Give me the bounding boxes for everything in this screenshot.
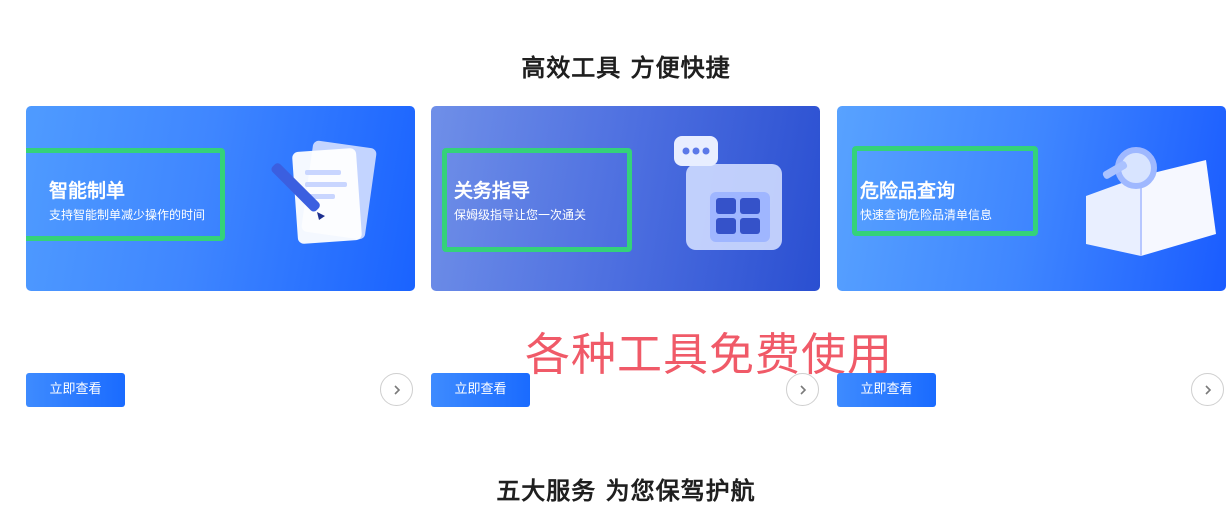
card-title: 危险品查询: [860, 180, 956, 202]
card-customs-guidance[interactable]: 关务指导 保姆级指导让您一次通关: [431, 106, 820, 291]
view-now-button[interactable]: 立即查看: [26, 373, 125, 407]
section-title-tools: 高效工具 方便快捷: [521, 54, 731, 82]
chevron-right-icon: [394, 385, 401, 395]
document-pen-icon: [271, 140, 377, 244]
card-description: 保姆级指导让您一次通关: [454, 208, 587, 222]
next-arrow-button[interactable]: [380, 373, 413, 406]
book-magnifier-icon: [1086, 147, 1216, 256]
next-arrow-button[interactable]: [786, 373, 819, 406]
view-now-button[interactable]: 立即查看: [431, 373, 530, 407]
card-smart-document[interactable]: 智能制单 支持智能制单减少操作的时间: [26, 106, 415, 291]
page: 高效工具 方便快捷 智能制单 支持智能制单减少操作的时间 关务指导 保姆级指导让…: [0, 0, 1232, 518]
chat-window-icon: [674, 136, 782, 250]
chevron-right-icon: [1205, 385, 1212, 395]
card-title: 智能制单: [49, 180, 126, 202]
view-now-button[interactable]: 立即查看: [837, 373, 936, 407]
card-title: 关务指导: [454, 180, 531, 202]
chevron-right-icon: [800, 385, 807, 395]
next-arrow-button[interactable]: [1191, 373, 1224, 406]
section-title-services: 五大服务 为您保驾护航: [496, 477, 756, 505]
card-description: 快速查询危险品清单信息: [860, 208, 993, 222]
card-description: 支持智能制单减少操作的时间: [49, 208, 206, 222]
card-dangerous-goods[interactable]: 危险品查询 快速查询危险品清单信息: [837, 106, 1226, 291]
